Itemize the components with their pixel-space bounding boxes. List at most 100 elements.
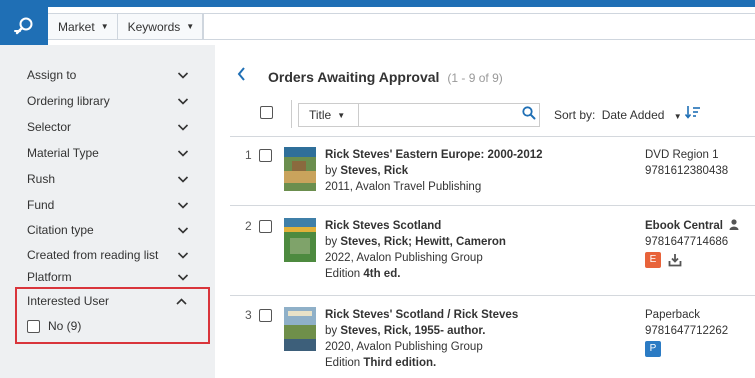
chevron-down-icon xyxy=(177,149,189,157)
search-field-dropdown[interactable]: Title ▼ xyxy=(298,103,358,127)
page-title: Orders Awaiting Approval (1 - 9 of 9) xyxy=(268,69,503,85)
record-isbn: 9781647712262 xyxy=(645,325,729,337)
record-info: Rick Steves' Scotland / Rick Steves by S… xyxy=(325,307,635,371)
result-count: (1 - 9 of 9) xyxy=(447,71,503,85)
back-arrow-icon[interactable] xyxy=(237,67,246,86)
record-author: Steves, Rick, 1955- author. xyxy=(340,325,486,337)
record-edition-line: Edition 4th ed. xyxy=(325,266,635,282)
print-badge[interactable]: P xyxy=(645,341,661,357)
results-panel: Orders Awaiting Approval (1 - 9 of 9) Tit… xyxy=(215,45,755,378)
chevron-down-icon xyxy=(177,201,189,209)
facet-material-type[interactable]: Material Type xyxy=(27,143,189,163)
record-title[interactable]: Rick Steves' Scotland / Rick Steves xyxy=(325,307,635,323)
chevron-down-icon xyxy=(177,273,189,281)
facet-option-no[interactable]: No (9) xyxy=(27,319,81,333)
row-divider xyxy=(230,205,755,206)
download-icon[interactable] xyxy=(668,253,682,267)
record-title[interactable]: Rick Steves' Eastern Europe: 2000-2012 xyxy=(325,147,635,163)
facet-created-from-reading-list[interactable]: Created from reading list xyxy=(27,245,189,265)
facet-rush[interactable]: Rush xyxy=(27,169,189,189)
book-cover-image[interactable] xyxy=(284,307,316,351)
sort-by-label: Sort by: xyxy=(554,108,596,122)
sort-by-value: Date Added xyxy=(601,108,665,122)
book-cover-image[interactable] xyxy=(284,218,316,262)
record-edition: Third edition. xyxy=(363,357,437,369)
chevron-down-icon: ▼ xyxy=(673,112,682,121)
author-prefix: by xyxy=(325,236,341,248)
facet-sidebar: Assign to Ordering library Selector Mate… xyxy=(0,45,215,378)
record-info: Rick Steves Scotland by Steves, Rick; He… xyxy=(325,218,635,282)
facet-label: Rush xyxy=(27,172,56,186)
record-author-line: by Steves, Rick, 1955- author. xyxy=(325,323,635,339)
search-scope: Market ▼ Keywords ▼ xyxy=(48,13,205,40)
chevron-down-icon: ▼ xyxy=(337,110,346,120)
facet-citation-type[interactable]: Citation type xyxy=(27,220,189,240)
book-cover-image[interactable] xyxy=(284,147,316,191)
chevron-down-icon: ▼ xyxy=(186,22,195,31)
field-dropdown[interactable]: Keywords ▼ xyxy=(118,14,204,39)
facet-interested-user: Interested User No (9) xyxy=(15,287,210,344)
top-bar: Market ▼ Keywords ▼ xyxy=(0,0,755,45)
author-prefix: by xyxy=(325,325,341,337)
record-format-line: Ebook Central xyxy=(645,218,755,234)
facet-fund[interactable]: Fund xyxy=(27,195,189,215)
facet-interested-user-header[interactable]: Interested User xyxy=(27,294,187,308)
row-checkbox[interactable] xyxy=(259,149,272,162)
chevron-down-icon xyxy=(177,226,189,234)
facet-selector[interactable]: Selector xyxy=(27,117,189,137)
scope-dropdown[interactable]: Market ▼ xyxy=(48,14,118,39)
sort-direction-icon[interactable] xyxy=(684,105,701,122)
primo-search-icon xyxy=(14,17,33,35)
ebook-badge[interactable]: E xyxy=(645,252,661,268)
record-meta: Paperback 9781647712262 P xyxy=(645,307,755,357)
search-home-button[interactable] xyxy=(0,7,48,45)
toolbar-divider-line xyxy=(230,136,755,137)
record-badges: P xyxy=(645,341,755,357)
facet-label: Ordering library xyxy=(27,94,110,108)
results-search-input[interactable] xyxy=(358,103,540,127)
record-author: Steves, Rick; Hewitt, Cameron xyxy=(340,236,506,248)
facet-label: Fund xyxy=(27,198,55,212)
record-meta: Ebook Central 9781647714686 E xyxy=(645,218,755,268)
facet-label: Citation type xyxy=(27,223,94,237)
chevron-down-icon xyxy=(177,97,189,105)
facet-label: Platform xyxy=(27,270,72,284)
facet-label: Created from reading list xyxy=(27,248,159,262)
row-checkbox[interactable] xyxy=(259,220,272,233)
edition-prefix: Edition xyxy=(325,357,364,369)
chevron-up-icon xyxy=(176,298,187,305)
chevron-down-icon xyxy=(177,123,189,131)
facet-label: Interested User xyxy=(27,294,110,308)
chevron-down-icon: ▼ xyxy=(100,22,109,31)
sort-by-control[interactable]: Sort by: Date Added ▼ xyxy=(554,108,682,122)
search-icon[interactable] xyxy=(522,106,536,123)
record-isbn: 9781612380438 xyxy=(645,165,729,177)
row-number: 2 xyxy=(245,219,252,233)
record-author-line: by Steves, Rick xyxy=(325,163,635,179)
facet-ordering-library[interactable]: Ordering library xyxy=(27,91,189,111)
record-badges: E xyxy=(645,252,755,268)
author-prefix: by xyxy=(325,165,341,177)
record-meta: DVD Region 1 9781612380438 xyxy=(645,147,755,179)
record-format: Ebook Central xyxy=(645,220,723,232)
page-title-text: Orders Awaiting Approval xyxy=(268,69,440,85)
toolbar-divider xyxy=(291,100,292,128)
record-isbn: 9781647714686 xyxy=(645,236,729,248)
search-field-label: Title xyxy=(309,108,332,122)
chevron-down-icon xyxy=(177,71,189,79)
select-all-checkbox[interactable] xyxy=(260,106,273,119)
facet-platform[interactable]: Platform xyxy=(27,267,189,287)
global-search-input[interactable] xyxy=(204,13,755,40)
record-format: Paperback xyxy=(645,309,700,321)
row-number: 3 xyxy=(245,308,252,322)
row-checkbox[interactable] xyxy=(259,309,272,322)
facet-option-checkbox[interactable] xyxy=(27,319,40,333)
record-title[interactable]: Rick Steves Scotland xyxy=(325,218,635,234)
facet-label: Material Type xyxy=(27,146,99,160)
facet-assign-to[interactable]: Assign to xyxy=(27,65,189,85)
edition-prefix: Edition xyxy=(325,268,364,280)
record-edition: 4th ed. xyxy=(363,268,401,280)
user-icon xyxy=(729,219,739,230)
row-number: 1 xyxy=(245,148,252,162)
record-publication: 2020, Avalon Publishing Group xyxy=(325,341,483,353)
